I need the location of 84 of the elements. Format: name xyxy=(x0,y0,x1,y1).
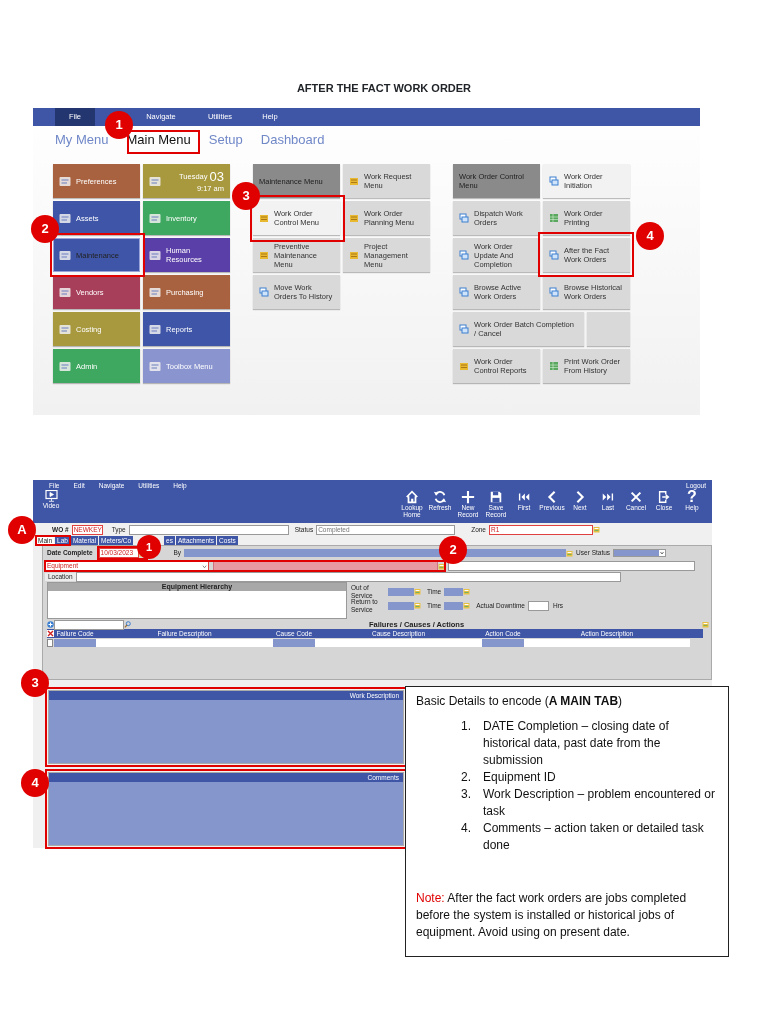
step-marker: A xyxy=(8,516,36,544)
add-icon[interactable] xyxy=(47,621,54,628)
module-icon xyxy=(59,212,71,224)
table-cell[interactable] xyxy=(315,639,482,647)
step-number: 3. xyxy=(461,786,472,803)
step-text: Work Description – problem encountered or task xyxy=(483,786,716,820)
menu-tab[interactable]: Setup xyxy=(206,129,245,162)
table-cell[interactable] xyxy=(96,639,273,647)
window-icon xyxy=(259,287,269,297)
location-field[interactable] xyxy=(75,572,621,582)
module-icon xyxy=(149,286,161,298)
lookup-icon[interactable] xyxy=(414,588,421,595)
document-title: AFTER THE FACT WORK ORDER xyxy=(295,81,473,95)
step-marker: 4 xyxy=(21,769,49,797)
folder-icon xyxy=(349,250,359,260)
note-text: Note: After the fact work orders are jobs completed before the system is installed or historical jobs of equipment. Avoid using on present date. xyxy=(416,890,688,941)
table-cell[interactable] xyxy=(482,639,524,647)
dropdown-field[interactable] xyxy=(613,549,667,557)
folder-icon xyxy=(349,176,359,186)
folder-icon xyxy=(459,361,469,371)
lookup-icon[interactable] xyxy=(463,602,471,609)
search-field[interactable] xyxy=(54,619,124,630)
time-field[interactable] xyxy=(444,601,464,610)
module-icon xyxy=(59,323,71,335)
window-icon xyxy=(459,287,469,297)
step-text: Equipment ID xyxy=(483,769,556,786)
close-icon xyxy=(629,490,643,504)
folder-icon xyxy=(259,213,269,223)
lookup-icon[interactable] xyxy=(702,621,709,628)
date-label: 03 xyxy=(209,169,224,184)
downtime-field[interactable] xyxy=(528,600,549,611)
menu-tab[interactable]: Dashboard xyxy=(258,129,327,162)
table-cell[interactable] xyxy=(524,639,690,647)
module-icon xyxy=(149,249,161,261)
highlight-frame xyxy=(35,535,71,546)
input-field[interactable] xyxy=(448,561,695,571)
caret-icon xyxy=(659,550,666,556)
delete-icon[interactable] xyxy=(47,630,54,637)
module-icon xyxy=(59,286,71,298)
step-text: DATE Completion – closing date of historical data, past date from the submission xyxy=(483,718,670,769)
lookup-icon[interactable] xyxy=(438,562,445,570)
module-icon xyxy=(149,360,161,372)
caret-icon xyxy=(202,563,207,569)
sheet-icon xyxy=(549,361,559,371)
equipment-field[interactable] xyxy=(213,561,438,571)
home-icon xyxy=(405,490,419,504)
step-number: 1. xyxy=(461,718,472,735)
input-field[interactable] xyxy=(128,524,289,535)
step-number: 2. xyxy=(461,769,472,786)
module-icon xyxy=(59,175,71,187)
module-icon xyxy=(149,212,161,224)
window-icon xyxy=(549,287,559,297)
lookup-icon[interactable] xyxy=(463,588,471,595)
row-checkbox[interactable] xyxy=(47,639,53,647)
step-marker: 3 xyxy=(21,669,49,697)
window-icon xyxy=(459,213,469,223)
time-field[interactable] xyxy=(444,587,464,596)
folder-icon xyxy=(259,250,269,260)
step-text: Comments – action taken or detailed task done xyxy=(483,820,705,854)
folder-icon xyxy=(349,213,359,223)
date-field[interactable] xyxy=(388,587,414,596)
table-cell[interactable] xyxy=(54,639,96,647)
step-number: 4. xyxy=(461,820,472,837)
sheet-icon xyxy=(549,213,559,223)
exit-icon xyxy=(657,490,671,504)
module-icon xyxy=(149,175,161,187)
window-icon xyxy=(459,324,469,334)
window-icon xyxy=(549,250,559,260)
video-icon xyxy=(44,490,58,502)
window-icon xyxy=(459,250,469,260)
callout-heading: Basic Details to encode (A MAIN TAB) xyxy=(416,693,624,710)
module-icon xyxy=(59,360,71,372)
lookup-icon[interactable] xyxy=(566,549,574,557)
search-icon[interactable] xyxy=(124,621,131,628)
save-icon xyxy=(489,490,503,504)
lookup-icon[interactable] xyxy=(593,526,600,533)
window-icon xyxy=(549,176,559,186)
date-field[interactable] xyxy=(388,601,414,610)
refresh-icon xyxy=(433,490,447,504)
module-icon xyxy=(149,323,161,335)
table-cell[interactable] xyxy=(273,639,315,647)
plus-icon xyxy=(461,490,475,504)
lookup-icon[interactable] xyxy=(414,602,421,609)
module-icon xyxy=(59,249,71,261)
